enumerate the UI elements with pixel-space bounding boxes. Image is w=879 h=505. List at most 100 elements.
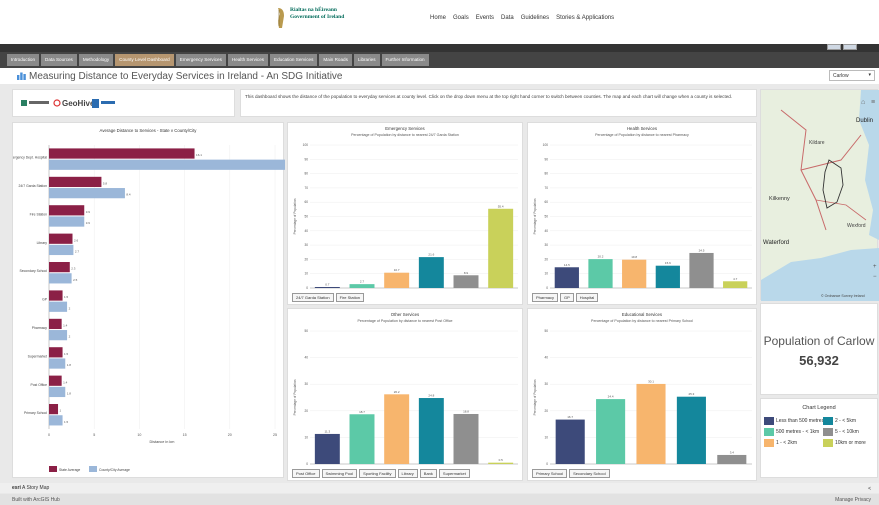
bar-value-label: 24.8 [428,394,434,398]
bar-state[interactable] [49,205,85,216]
county-map[interactable]: Dublin Kildare Kilkenny Wexford Waterfor… [760,89,879,301]
bar-state[interactable] [49,318,62,330]
bar-county[interactable] [49,415,63,426]
map-label: Wexford [847,223,866,229]
service-button[interactable]: GP [560,293,574,302]
tab-9[interactable]: Further Information [381,54,429,66]
bar[interactable] [488,208,514,288]
esri-logo[interactable]: esri [12,485,21,491]
x-tick-label: 0 [48,433,50,437]
bar[interactable] [349,284,375,288]
y-tick-label: 30 [304,382,308,386]
bar[interactable] [689,252,714,288]
layers-icon[interactable]: ≡ [871,99,875,106]
banner-control-button[interactable] [843,44,857,50]
bar-county[interactable] [49,330,68,341]
bar-county[interactable] [49,188,125,199]
bar-county[interactable] [49,273,72,284]
nav-link[interactable]: Stories & Applications [556,15,614,21]
service-button[interactable]: Hospital [575,293,599,302]
y-tick-label: 80 [544,172,548,176]
bar-state[interactable] [49,148,195,159]
service-button[interactable]: Supermarket [438,469,470,478]
bar[interactable] [655,265,680,288]
hub-footer: Built with ArcGIS Hub Manage Privacy [0,494,879,505]
bar[interactable] [636,383,666,464]
bar-state[interactable] [49,233,73,244]
bar-state[interactable] [49,290,63,301]
bar-county[interactable] [49,301,68,312]
tab-6[interactable]: Education Services [270,54,318,66]
service-button[interactable]: Primary School [532,469,568,478]
bar-state[interactable] [49,404,59,415]
bar[interactable] [418,257,444,288]
nav-link[interactable]: Goals [453,15,469,21]
tab-3[interactable]: County Level Dashboard [115,54,174,66]
nav-link[interactable]: Events [476,15,494,21]
bar[interactable] [349,414,375,464]
service-button[interactable]: Secondary School [569,469,610,478]
bar[interactable] [384,394,410,464]
tab-7[interactable]: Main Roads [319,54,352,66]
service-button[interactable]: Pharmacy [532,293,559,302]
bar-county[interactable] [49,216,85,227]
tab-5[interactable]: Health Services [227,54,269,66]
bar[interactable] [554,267,579,288]
bar-value-label: 14.5 [564,263,570,267]
service-button[interactable]: Fire Station [335,293,365,302]
service-button[interactable]: Sporting Facility [359,469,396,478]
bar-state[interactable] [49,176,102,188]
service-button[interactable]: Swimming Pool [321,469,358,478]
bar[interactable] [588,259,613,288]
built-with-label[interactable]: Built with ArcGIS Hub [12,497,60,503]
county-select[interactable]: Carlow ▾ [829,70,875,81]
bar[interactable] [622,259,647,288]
bar[interactable] [717,454,747,464]
bar[interactable] [384,272,410,288]
category-label: Primary School [24,411,47,415]
bar[interactable] [596,399,626,464]
home-icon[interactable]: ⌂ [861,99,865,106]
tab-2[interactable]: Methodology [78,54,114,66]
tab-0[interactable]: Introduction [7,54,40,66]
nav-link[interactable]: Guidelines [521,15,549,21]
banner-control-button[interactable] [827,44,841,50]
nav-link[interactable]: Home [430,15,446,21]
service-button[interactable]: Bank [419,469,437,478]
manage-privacy-link[interactable]: Manage Privacy [835,497,871,503]
tab-4[interactable]: Emergency Services [175,54,226,66]
legend-swatch [764,439,774,447]
bar-county[interactable] [49,244,74,256]
government-logo[interactable]: Rialtas na hÉireann Government of Ireland [290,7,344,21]
bar[interactable] [314,286,340,288]
zoom-in-icon[interactable]: + [873,264,877,270]
bar-state[interactable] [49,262,70,273]
bar[interactable] [453,413,479,464]
share-icon[interactable]: < [868,486,871,492]
bar-county[interactable] [49,159,332,170]
bar[interactable] [555,419,585,464]
tab-8[interactable]: Libraries [353,54,380,66]
service-button[interactable]: Library [397,469,418,478]
bar-value-label: 25.3 [688,392,694,396]
y-tick-label: 30 [544,243,548,247]
bar[interactable] [453,275,479,288]
bar-state[interactable] [49,375,62,386]
bar-county[interactable] [49,358,66,369]
service-button[interactable]: 24/7 Garda Station [292,293,334,302]
category-label: Supermarket [28,354,47,358]
bar[interactable] [314,433,340,464]
nav-link[interactable]: Data [501,15,514,21]
bar[interactable] [418,398,444,464]
tab-bar: Introduction Data Sources Methodology Count… [0,52,879,68]
bar[interactable] [488,462,514,464]
tab-1[interactable]: Data Sources [41,54,77,66]
bar-county[interactable] [49,386,66,398]
zoom-out-icon[interactable]: − [873,274,877,280]
bar-state[interactable] [49,347,63,358]
bar[interactable] [723,281,748,288]
bar-value-label: 1 [60,409,62,413]
bar[interactable] [676,396,706,464]
service-button[interactable]: Post Office [292,469,320,478]
emergency-services-panel: Emergency Services Percentage of Populati… [287,122,523,305]
